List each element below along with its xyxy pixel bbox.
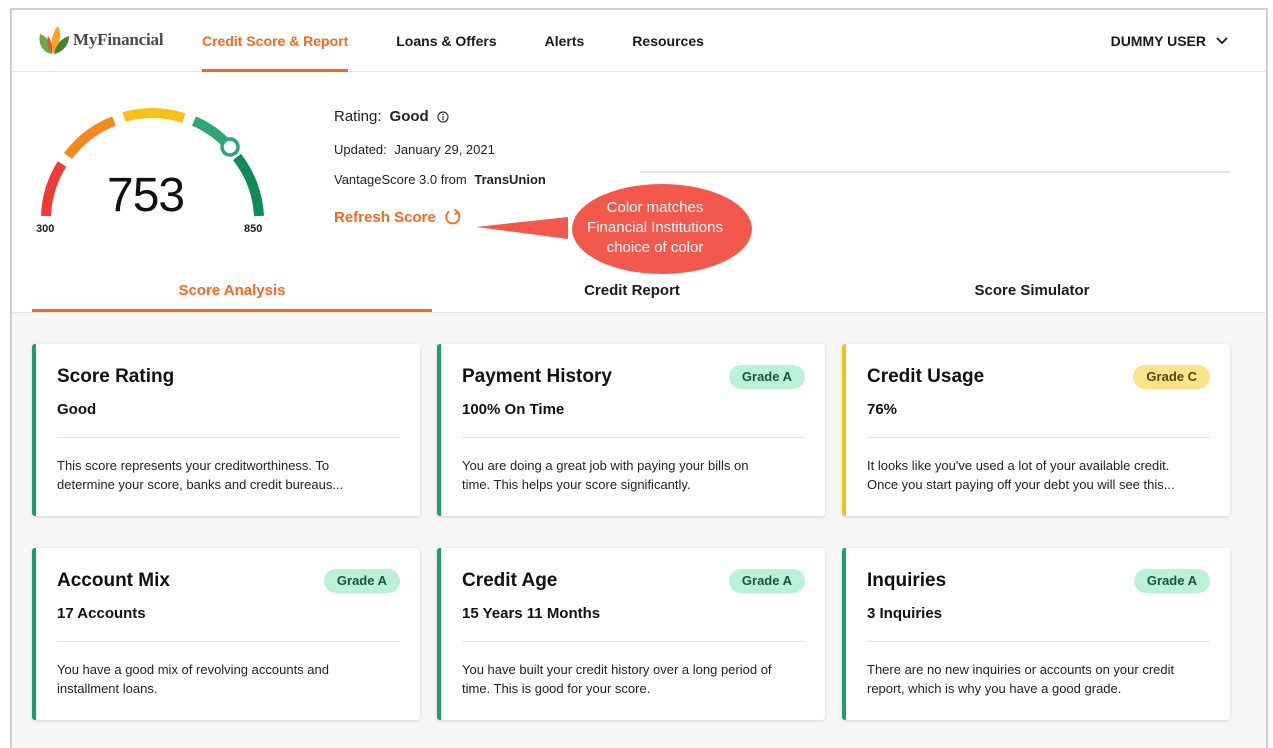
card-title: Credit Age	[462, 570, 558, 591]
card-divider	[462, 437, 805, 438]
rating-label: Rating:	[334, 108, 382, 125]
score-model: VantageScore 3.0 from	[334, 172, 467, 187]
grade-badge: Grade A	[728, 569, 805, 593]
updated-date: January 29, 2021	[394, 142, 495, 157]
score-range-max: 850	[244, 223, 263, 235]
card-title: Credit Usage	[867, 366, 985, 387]
card-description-line: It looks like you've used a lot of your …	[867, 458, 1170, 473]
card-divider	[867, 437, 1210, 438]
card-description-line: determine your score, banks and credit b…	[57, 477, 344, 492]
nav-loans-offers[interactable]: Loans & Offers	[396, 10, 496, 72]
card-description-line: You have built your credit history over …	[462, 662, 772, 677]
card-description-line: time. This helps your score significantl…	[462, 477, 691, 492]
user-menu[interactable]: DUMMY USER	[1111, 10, 1228, 72]
card-divider	[57, 641, 400, 642]
main-nav: Credit Score & Report Loans & Offers Ale…	[202, 10, 752, 72]
card-divider	[57, 437, 400, 438]
card-description-line: You have a good mix of revolving account…	[57, 662, 329, 677]
rating-line: Rating: Good	[334, 108, 546, 125]
app-frame: MyFinancial Credit Score & Report Loans …	[10, 8, 1268, 748]
tab-score-simulator[interactable]: Score Simulator	[832, 272, 1232, 312]
card-description-line: report, which is why you have a good gra…	[867, 681, 1122, 696]
card-value: 15 Years 11 Months	[462, 605, 601, 622]
card-value: 3 Inquiries	[867, 605, 943, 622]
nav-credit-score-report[interactable]: Credit Score & Report	[202, 10, 349, 72]
card-score-rating[interactable]: Score Rating Good This score represents …	[32, 344, 420, 516]
credit-score-value: 753	[107, 169, 185, 222]
grade-badge: Grade A	[728, 365, 805, 389]
card-inquiries[interactable]: Inquiries Grade A 3 Inquiries There are …	[842, 548, 1230, 720]
updated-label: Updated:	[334, 142, 387, 157]
card-payment-history[interactable]: Payment History Grade A 100% On Time You…	[437, 344, 825, 516]
chevron-down-icon	[1216, 37, 1228, 45]
callout-line-3: choice of color	[606, 239, 704, 256]
card-account-mix[interactable]: Account Mix Grade A 17 Accounts You have…	[32, 548, 420, 720]
divider-line	[640, 171, 1230, 173]
tab-credit-report[interactable]: Credit Report	[432, 272, 832, 312]
tab-score-analysis[interactable]: Score Analysis	[32, 272, 432, 312]
card-description: There are no new inquiries or accounts o…	[867, 660, 1207, 698]
card-description: You have built your credit history over …	[462, 660, 802, 698]
callout-text: Color matches Financial Institutions cho…	[570, 198, 740, 258]
card-value: 100% On Time	[462, 401, 565, 418]
card-description-line: installment loans.	[57, 681, 158, 696]
card-description-line: There are no new inquiries or accounts o…	[867, 662, 1175, 677]
rating-value: Good	[389, 108, 429, 125]
score-range-min: 300	[36, 223, 55, 235]
card-description: You have a good mix of revolving account…	[57, 660, 397, 698]
card-description-line: Once you start paying off your debt you …	[867, 477, 1175, 492]
card-description-line: You are doing a great job with paying yo…	[462, 458, 749, 473]
card-title: Payment History	[462, 366, 612, 387]
card-divider	[867, 641, 1210, 642]
logo-text: MyFinancial	[73, 30, 164, 49]
card-description: It looks like you've used a lot of your …	[867, 456, 1207, 494]
card-value: Good	[57, 401, 97, 418]
logo[interactable]: MyFinancial	[36, 24, 164, 56]
callout-line-1: Color matches	[606, 199, 704, 216]
card-value: 76%	[867, 401, 898, 418]
card-credit-usage[interactable]: Credit Usage Grade C 76% It looks like y…	[842, 344, 1230, 516]
info-icon[interactable]	[437, 110, 449, 123]
logo-leaf-icon	[39, 26, 69, 54]
top-navigation-bar: MyFinancial Credit Score & Report Loans …	[12, 10, 1266, 72]
grade-badge: Grade A	[1133, 569, 1210, 593]
card-description: You are doing a great job with paying yo…	[462, 456, 802, 494]
card-title: Inquiries	[867, 570, 947, 591]
score-tabs: Score Analysis Credit Report Score Simul…	[32, 272, 1232, 312]
grade-badge: Grade C	[1133, 365, 1210, 389]
card-description-line: This score represents your creditworthin…	[57, 458, 330, 473]
user-name: DUMMY USER	[1110, 33, 1206, 49]
card-description: This score represents your creditworthin…	[57, 456, 397, 494]
grade-badge: Grade A	[323, 569, 400, 593]
callout-line-2: Financial Institutions	[587, 219, 723, 236]
card-value: 17 Accounts	[57, 605, 146, 622]
nav-alerts[interactable]: Alerts	[545, 10, 585, 72]
card-divider	[462, 641, 805, 642]
card-description-line: time. This is good for your score.	[462, 681, 651, 696]
card-credit-age[interactable]: Credit Age Grade A 15 Years 11 Months Yo…	[437, 548, 825, 720]
card-title: Account Mix	[57, 570, 170, 591]
card-title: Score Rating	[57, 366, 175, 387]
nav-resources[interactable]: Resources	[632, 10, 704, 72]
refresh-score-label: Refresh Score	[334, 208, 436, 226]
updated-line: Updated: January 29, 2021	[334, 142, 546, 157]
refresh-icon	[445, 208, 460, 225]
